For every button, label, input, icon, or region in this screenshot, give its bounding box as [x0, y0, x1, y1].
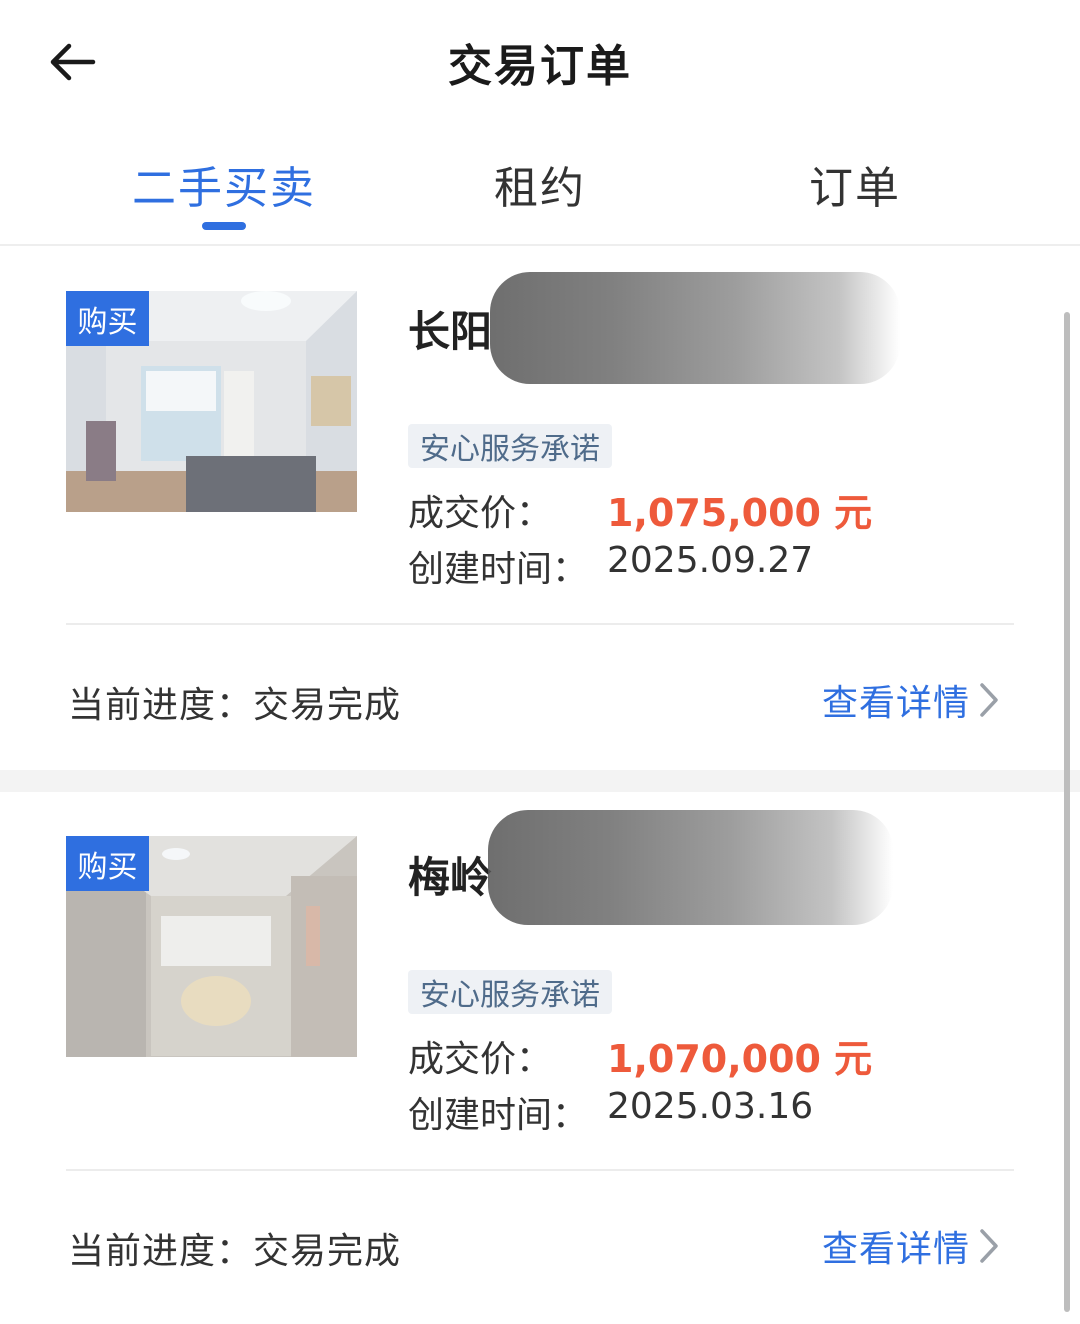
progress-status: 当前进度：交易完成: [68, 1222, 401, 1274]
price-label: 成交价：: [408, 493, 553, 534]
created-value: 2025.09.27: [607, 540, 814, 581]
redaction-scribble: [488, 810, 893, 925]
order-card[interactable]: 购买 梅岭 安心服务承诺 成交价： 1,070,000 元 创建时间： 2025…: [0, 792, 1080, 1324]
price-value: 1,075,000 元: [607, 491, 873, 535]
chevron-right-icon: [980, 1229, 998, 1263]
purchase-tag: 购买: [66, 291, 149, 346]
chevron-right-icon: [980, 683, 998, 717]
view-details-label: 查看详情: [822, 683, 971, 724]
progress-label: 当前进度：: [68, 1231, 254, 1272]
redaction-scribble: [490, 272, 900, 384]
view-details-label: 查看详情: [822, 1229, 971, 1270]
created-value: 2025.03.16: [607, 1086, 814, 1127]
property-title: 梅岭: [408, 853, 493, 902]
page-title: 交易订单: [448, 41, 632, 92]
order-card[interactable]: 购买 长阳 安心服务承诺 成交价： 1,075,000 元 创建时间： 2025…: [0, 248, 1080, 770]
active-tab-indicator: [202, 222, 246, 230]
created-label: 创建时间：: [408, 1095, 589, 1136]
tab-lease[interactable]: 租约: [390, 152, 690, 216]
view-details-link[interactable]: 查看详情: [822, 674, 1000, 726]
card-divider: [66, 623, 1014, 625]
progress-value: 交易完成: [253, 1231, 402, 1272]
property-photo[interactable]: 购买: [66, 836, 357, 1057]
price-value: 1,070,000 元: [607, 1037, 873, 1081]
top-bar: 交易订单: [0, 0, 1080, 120]
purchase-tag: 购买: [66, 836, 149, 891]
created-label: 创建时间：: [408, 549, 589, 590]
scrollbar[interactable]: [1064, 312, 1070, 1312]
progress-label: 当前进度：: [68, 685, 254, 726]
price-label: 成交价：: [408, 1039, 553, 1080]
tab-bar: 二手买卖 租约 订单: [0, 130, 1080, 246]
view-details-link[interactable]: 查看详情: [822, 1220, 1000, 1272]
tab-orders[interactable]: 订单: [705, 152, 1005, 216]
progress-status: 当前进度：交易完成: [68, 676, 401, 728]
property-photo[interactable]: 购买: [66, 291, 357, 512]
property-title: 长阳: [408, 307, 493, 356]
tab-second-hand[interactable]: 二手买卖: [74, 152, 374, 216]
card-separator: [0, 770, 1080, 792]
service-badge: 安心服务承诺: [408, 970, 612, 1014]
card-divider: [66, 1169, 1014, 1171]
progress-value: 交易完成: [253, 685, 402, 726]
service-badge: 安心服务承诺: [408, 424, 612, 468]
